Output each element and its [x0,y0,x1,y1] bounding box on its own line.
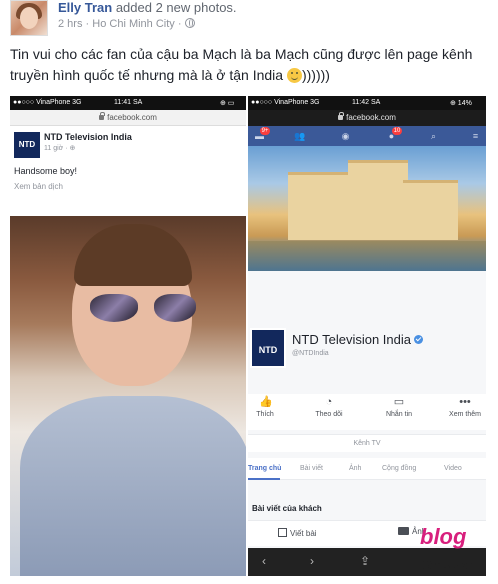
lock-icon [338,112,345,120]
post-header: Elly Tran added 2 new photos. 2 hrs · Ho… [10,0,490,38]
avatar-face [20,7,38,29]
pencil-icon [278,528,287,537]
home-badge: 9+ [260,127,270,135]
tab-video: Video [444,465,462,472]
messenger-icon: ◉ [341,131,350,141]
tab-posts: Bài viết [300,465,323,472]
active-tab-indicator [248,478,280,480]
shared-post-header: NTD NTD Television India 11 giờ · ⊕ Hand… [10,126,246,216]
sunglasses-right-lens [154,294,196,322]
facebook-nav-bar: ▬ 9+ 👥 ◉ ● 10 ⌕ ≡ [248,126,486,146]
globe-icon[interactable] [184,18,195,28]
meta-separator: · [85,18,90,30]
cover-photo [248,146,486,271]
like-page-action: 👍 Thích [248,396,290,418]
tab-community: Cộng đồng [382,465,417,472]
carrier-text: ●●○○○ VinaPhone 3G [13,99,82,106]
page-actions: 👍 Thích ◔ Theo dõi ▭ Nhắn tin ••• Xem thêm [248,394,486,430]
message-icon: ▭ [393,396,405,408]
menu-icon: ≡ [472,131,479,141]
clock-text: 11:42 SA [352,99,381,106]
channel-category: Kênh TV [248,434,486,452]
message-page-action: ▭ Nhắn tin [374,396,424,418]
lock-icon [99,112,106,120]
forward-arrow-icon: › [310,554,314,568]
watermark-site: tâmsự.vn [422,558,477,572]
author-line: Elly Tran added 2 new photos. [58,0,237,15]
page-handle: @NTDIndia [292,350,329,357]
caption-text: Tin vui cho các fan của cậu ba Mạch là b… [10,46,473,83]
browser-url-bar: facebook.com [248,110,486,126]
phone-status-bar: ●●○○○ VinaPhone 3G 11:42 SA ⊕ 14% [248,96,486,110]
more-page-action: ••• Xem thêm [440,396,486,418]
tab-photos: Ảnh [349,465,362,472]
follow-label: Theo dõi [315,411,343,418]
ntd-logo: NTD [14,132,40,158]
page-name: NTD Television India [292,332,411,347]
write-post-button: Viết bài [278,528,317,538]
like-label: Thích [256,411,274,418]
see-translation-link: Xem bản dịch [14,182,63,191]
notifications-icon: ● 10 [388,127,402,141]
page-profile-logo: NTD [250,328,286,368]
author-avatar[interactable] [10,0,48,36]
page-name: NTD Television India [44,132,132,142]
back-arrow-icon: ‹ [262,554,266,568]
clock-text: 11:41 SA [114,99,143,106]
visitor-posts-title: Bài viết của khách [252,504,322,513]
page-tabs: Trang chủ Bài viết Ảnh Cộng đồng Video [248,458,486,480]
battery-text: ⊕ 14% [450,100,472,107]
browser-url-bar: facebook.com [10,110,246,126]
verified-badge-icon [413,335,423,344]
meta-separator-2: · [177,18,182,30]
phone-status-bar: ●●○○○ VinaPhone 3G 11:41 SA ⊕ ▭ [10,96,246,110]
url-text: facebook.com [346,113,396,122]
tab-home: Trang chủ [248,465,282,472]
carrier-text: ●●○○○ VinaPhone 3G [251,99,320,106]
boy-shirt [20,396,246,576]
home-icon: ▬ 9+ [255,127,270,141]
post-caption: Tin vui cho các fan của cậu ba Mạch là b… [10,44,490,86]
post-text: Handsome boy! [14,166,78,176]
more-icon: ••• [459,396,471,408]
page-title: NTD Television India [292,332,423,347]
post-action-text: added 2 new photos. [115,0,237,15]
notifications-badge: 10 [392,127,402,135]
photo-left[interactable]: ●●○○○ VinaPhone 3G 11:41 SA ⊕ ▭ facebook… [10,96,246,576]
sunglasses-left-lens [90,294,138,322]
more-label: Xem thêm [449,411,481,418]
blog-watermark-logo: blog tâmsự.vn [392,518,488,580]
caption-tail: )))))) [301,67,330,83]
follow-icon: ◔ [325,396,333,408]
post-location-link[interactable]: Ho Chi Minh City [92,18,175,30]
post-time-link[interactable]: 2 hrs [58,18,82,30]
smile-emoji-icon [286,68,302,83]
friends-icon: 👥 [294,131,306,141]
lake [248,241,486,271]
post-time: 11 giờ · ⊕ [44,145,76,152]
palace-illustration [268,160,468,240]
url-text: facebook.com [107,113,157,122]
search-icon: ⌕ [430,131,437,141]
photo-right[interactable]: ●●○○○ VinaPhone 3G 11:42 SA ⊕ 14% facebo… [248,96,486,576]
status-right: ⊕ ▭ [220,100,235,107]
author-name-link[interactable]: Elly Tran [58,0,112,15]
follow-page-action: ◔ Theo dõi [304,396,354,418]
watermark-brand: blog [420,524,467,549]
message-label: Nhắn tin [385,411,413,418]
post-meta: 2 hrs · Ho Chi Minh City · [58,18,195,30]
write-post-label: Viết bài [290,529,317,538]
share-icon: ⇪ [360,554,371,568]
like-icon: 👍 [259,396,273,408]
